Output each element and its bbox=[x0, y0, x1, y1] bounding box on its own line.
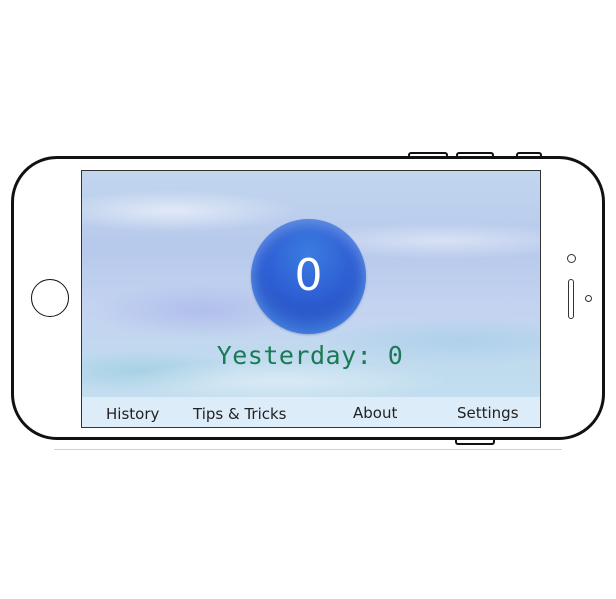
home-button[interactable] bbox=[31, 279, 69, 317]
tab-tips-tricks[interactable]: Tips & Tricks bbox=[193, 397, 286, 427]
front-camera-icon bbox=[567, 254, 576, 263]
earpiece-speaker bbox=[568, 279, 574, 319]
proximity-sensor-icon bbox=[585, 295, 592, 302]
bottom-tab-bar: History Tips & Tricks About Settings bbox=[82, 396, 540, 427]
tab-about[interactable]: About bbox=[353, 396, 397, 427]
app-screen: 0 Yesterday: 0 History Tips & Tricks Abo… bbox=[81, 170, 541, 428]
yesterday-count-label: Yesterday: 0 bbox=[216, 341, 404, 370]
counter-value: 0 bbox=[294, 249, 323, 301]
phone-mockup-stage: 0 Yesterday: 0 History Tips & Tricks Abo… bbox=[0, 0, 616, 599]
counter-button[interactable]: 0 bbox=[251, 219, 366, 334]
phone-reflection-line bbox=[54, 449, 562, 450]
tab-settings[interactable]: Settings bbox=[457, 396, 519, 427]
tab-history[interactable]: History bbox=[106, 397, 159, 427]
power-button bbox=[455, 440, 495, 445]
